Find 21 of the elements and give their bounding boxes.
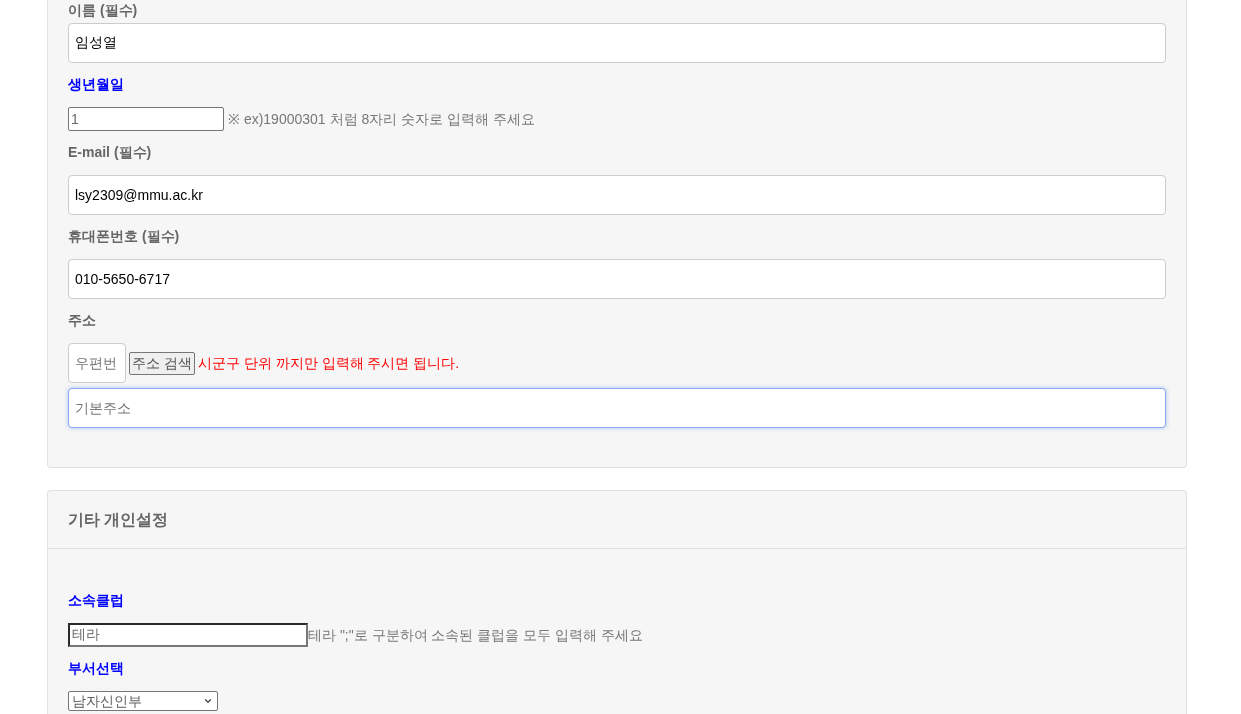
note-text: 시군구 단위 까지만 입력해 주시면 됩니다. (197, 354, 460, 373)
search-button[interactable]: 주소 검색 (129, 351, 195, 375)
input-field[interactable]: 010-5650-6717 (68, 259, 1166, 299)
input-field[interactable]: 테라 (68, 623, 308, 647)
input-field[interactable]: 우편번 (68, 343, 126, 383)
hint-text: 테라 ";"로 구분하여 소속된 클럽을 모두 입력해 주세요 (308, 626, 644, 645)
input-field[interactable]: 기본주소 (68, 388, 1166, 428)
field-label: 이름 (필수) (68, 1, 138, 20)
field-label: E-mail (필수) (68, 143, 152, 162)
department-select[interactable]: 남자신인부 (68, 691, 218, 711)
field-label: 휴대폰번호 (필수) (68, 227, 180, 246)
field-label: 생년월일 (68, 75, 124, 94)
field-label: 부서선택 (68, 659, 124, 678)
hint-text: ※ ex)19000301 처럼 8자리 숫자로 입력해 주세요 (228, 110, 535, 129)
field-label: 주소 (68, 311, 96, 330)
field-label: 소속클럽 (68, 591, 124, 610)
input-field[interactable]: lsy2309@mmu.ac.kr (68, 175, 1166, 215)
chevron-down-icon (203, 696, 213, 706)
input-field[interactable]: 임성열 (68, 23, 1166, 63)
panel-title: 기타 개인설정 (68, 509, 169, 530)
input-field[interactable]: 1 (68, 107, 224, 131)
